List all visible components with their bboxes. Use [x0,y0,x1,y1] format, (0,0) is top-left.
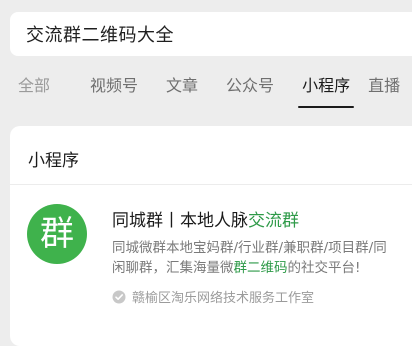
tab-channels[interactable]: 视频号 [90,62,138,110]
description-suffix: 的社交平台! [287,260,361,276]
description-line-2: 闲聊群，汇集海量微群二维码的社交平台! [112,258,412,278]
search-query[interactable]: 交流群二维码大全 [26,21,174,47]
tab-mini-programs[interactable]: 小程序 [298,62,355,110]
mini-program-title[interactable]: 同城群丨本地人脉交流群 [112,206,299,231]
mini-program-icon[interactable]: 群 [27,204,87,264]
mini-program-results-card: 小程序 群 同城群丨本地人脉交流群 同城微群本地宝妈群/行业群/兼职群/项目群/… [10,126,412,346]
active-tab-indicator [298,106,355,108]
verified-check-icon [112,290,126,303]
tab-mini-programs-label: 小程序 [302,76,351,95]
mini-program-description: 同城微群本地宝妈群/行业群/兼职群/项目群/同 闲聊群，汇集海量微群二维码的社交… [112,238,412,278]
developer-info: 赣榆区淘乐网络技术服务工作室 [112,287,314,306]
filter-tabs: 全部 视频号 文章 公众号 小程序 直播 [0,62,412,110]
mini-program-icon-char: 群 [40,214,74,254]
developer-name: 赣榆区淘乐网络技术服务工作室 [132,291,315,306]
search-box[interactable]: 交流群二维码大全 [10,12,412,56]
title-highlight: 交流群 [248,211,299,231]
tab-live[interactable]: 直播 [368,62,400,110]
title-prefix: 同城群丨本地人脉 [112,211,248,231]
description-line-1: 同城微群本地宝妈群/行业群/兼职群/项目群/同 [112,240,387,256]
description-highlight: 群二维码 [233,260,288,276]
tab-all[interactable]: 全部 [18,62,50,110]
section-title: 小程序 [28,151,79,171]
tab-articles[interactable]: 文章 [166,62,198,110]
description-prefix: 闲聊群，汇集海量微 [112,260,234,276]
section-divider [10,184,412,185]
tab-official-accounts[interactable]: 公众号 [226,62,274,110]
